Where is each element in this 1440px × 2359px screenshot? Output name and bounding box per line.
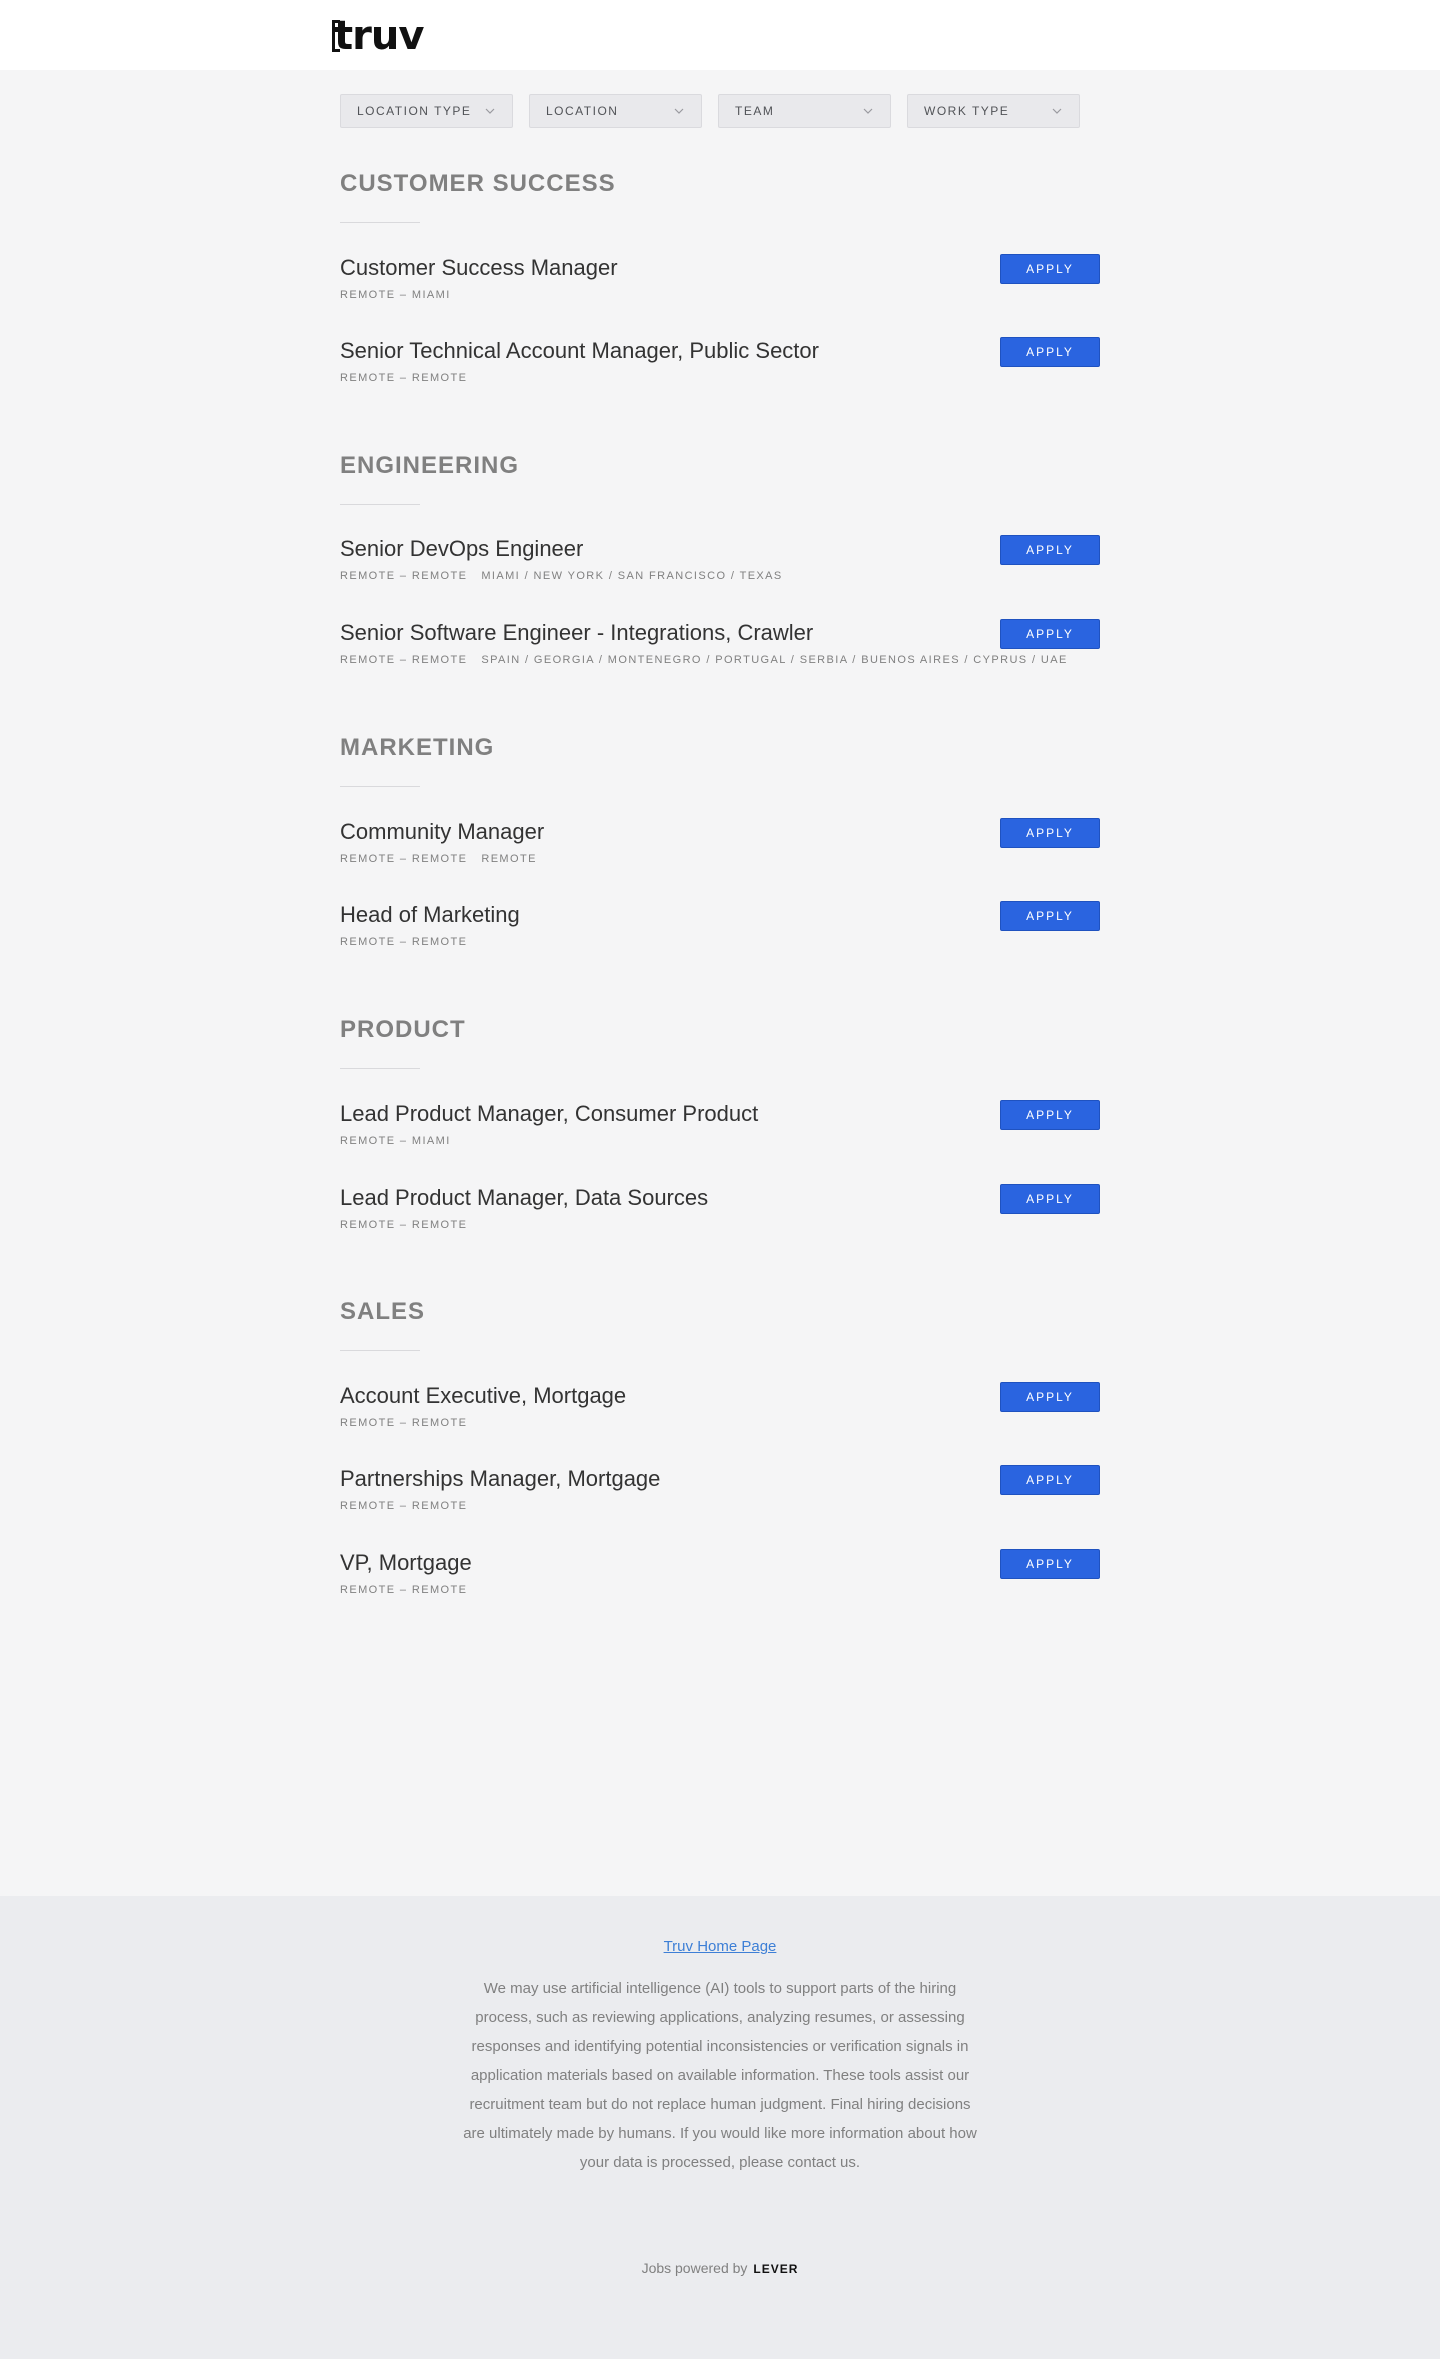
section-engineering: Engineering Senior DevOps Engineer Remot… [340,452,1100,666]
posting-commitment: Remote – Remote [340,654,468,666]
posting-meta: Remote – Remote [340,935,495,949]
posting-meta: Remote – Miami [340,288,479,302]
filter-location[interactable]: Location [529,94,702,128]
posting-commitment: Remote – Remote [340,570,468,582]
posting-title[interactable]: Senior Software Engineer - Integrations,… [340,619,813,647]
posting-title[interactable]: Head of Marketing [340,901,520,929]
posting-meta: Remote – Remote Miami / New York / San Fr… [340,569,797,583]
section-sales: Sales Account Executive, Mortgage Remote… [340,1298,1100,1596]
section-title: Customer Success [340,170,616,197]
posting-title[interactable]: Account Executive, Mortgage [340,1382,626,1410]
apply-button[interactable]: Apply [1000,1100,1100,1130]
section-divider [340,222,420,223]
apply-button[interactable]: Apply [1000,1549,1100,1579]
home-page-link[interactable]: Truv Home Page [0,1938,1440,1955]
posting-title[interactable]: Partnerships Manager, Mortgage [340,1465,660,1493]
posting-meta: Remote – Remote Spain / Georgia / Montene… [340,653,1082,667]
apply-button[interactable]: Apply [1000,254,1100,284]
posting-commitment: Remote – Remote [340,853,468,865]
chevron-down-icon [673,105,685,117]
filter-bar: Location Type Location Team Work Type [340,94,1080,128]
posting-meta: Remote – Miami [340,1134,479,1148]
apply-button[interactable]: Apply [1000,619,1100,649]
filter-label: Location Type [357,104,472,118]
posting-row[interactable]: Senior Software Engineer - Integrations,… [340,619,1100,689]
home-page-link-text[interactable]: Truv Home Page [664,1938,777,1955]
section-customer-success: Customer Success Customer Success Manage… [340,170,1100,384]
posting-locations: Remote [481,853,537,865]
lever-logo[interactable]: LEVER [753,2262,798,2276]
posting-title[interactable]: Lead Product Manager, Consumer Product [340,1100,758,1128]
posting-row[interactable]: Lead Product Manager, Data Sources Remot… [340,1184,1100,1254]
posting-commitment: Remote – Remote [340,372,468,384]
powered-by-text: Jobs powered by [641,2260,748,2276]
apply-button[interactable]: Apply [1000,1382,1100,1412]
section-marketing: Marketing Community Manager Remote – Rem… [340,734,1100,948]
posting-row[interactable]: Customer Success Manager Remote – Miami … [340,254,1100,324]
apply-button[interactable]: Apply [1000,1184,1100,1214]
posting-meta: Remote – Remote [340,371,495,385]
filter-label: Work Type [924,104,1010,118]
posting-row[interactable]: VP, Mortgage Remote – Remote Apply [340,1549,1100,1619]
section-title: Engineering [340,452,520,479]
posting-commitment: Remote – Remote [340,1584,468,1596]
filter-location-type[interactable]: Location Type [340,94,513,128]
chevron-down-icon [1051,105,1063,117]
posting-row[interactable]: Senior DevOps Engineer Remote – Remote Mi… [340,535,1100,605]
section-divider [340,1350,420,1351]
posting-meta: Remote – Remote [340,1583,495,1597]
posting-commitment: Remote – Remote [340,1417,468,1429]
page-footer: Truv Home Page We may use artificial int… [0,1896,1440,2359]
posting-title[interactable]: Customer Success Manager [340,254,618,282]
posting-title[interactable]: Community Manager [340,818,544,846]
section-divider [340,1068,420,1069]
apply-button[interactable]: Apply [1000,535,1100,565]
posting-commitment: Remote – Miami [340,289,451,301]
posting-row[interactable]: Partnerships Manager, Mortgage Remote – … [340,1465,1100,1535]
posting-title[interactable]: Lead Product Manager, Data Sources [340,1184,708,1212]
apply-button[interactable]: Apply [1000,818,1100,848]
filter-label: Team [735,104,775,118]
posting-title[interactable]: VP, Mortgage [340,1549,472,1577]
posting-title[interactable]: Senior DevOps Engineer [340,535,583,563]
posting-meta: Remote – Remote [340,1499,495,1513]
apply-button[interactable]: Apply [1000,337,1100,367]
filter-team[interactable]: Team [718,94,891,128]
posting-commitment: Remote – Remote [340,1219,468,1231]
chevron-down-icon [862,105,874,117]
ai-notice: We may use artificial intelligence (AI) … [463,1980,977,2171]
apply-button[interactable]: Apply [1000,901,1100,931]
posting-meta: Remote – Remote [340,1218,495,1232]
posting-title[interactable]: Senior Technical Account Manager, Public… [340,337,819,365]
posting-locations: Miami / New York / San Francisco / Texas [481,570,783,582]
apply-button[interactable]: Apply [1000,1465,1100,1495]
chevron-down-icon [484,105,496,117]
powered-by: Jobs powered by LEVER [0,2260,1440,2276]
section-divider [340,504,420,505]
logo-bracket-icon [332,20,340,52]
posting-commitment: Remote – Miami [340,1135,451,1147]
logo-text: truv [334,13,424,59]
truv-logo[interactable]: truv [332,12,424,60]
posting-row[interactable]: Lead Product Manager, Consumer Product R… [340,1100,1100,1170]
posting-row[interactable]: Account Executive, Mortgage Remote – Rem… [340,1382,1100,1452]
filter-work-type[interactable]: Work Type [907,94,1080,128]
top-bar: truv [0,0,1440,70]
section-title: Marketing [340,734,495,761]
posting-row[interactable]: Head of Marketing Remote – Remote Apply [340,901,1100,971]
posting-meta: Remote – Remote Remote [340,852,551,866]
section-divider [340,786,420,787]
posting-row[interactable]: Senior Technical Account Manager, Public… [340,337,1100,407]
posting-row[interactable]: Community Manager Remote – Remote Remote … [340,818,1100,888]
posting-commitment: Remote – Remote [340,1500,468,1512]
posting-meta: Remote – Remote [340,1416,495,1430]
posting-commitment: Remote – Remote [340,936,468,948]
section-title: Sales [340,1298,426,1325]
posting-locations: Spain / Georgia / Montenegro / Portugal … [481,654,1068,666]
section-product: Product Lead Product Manager, Consumer P… [340,1016,1100,1231]
filter-label: Location [546,104,619,118]
section-title: Product [340,1016,466,1043]
